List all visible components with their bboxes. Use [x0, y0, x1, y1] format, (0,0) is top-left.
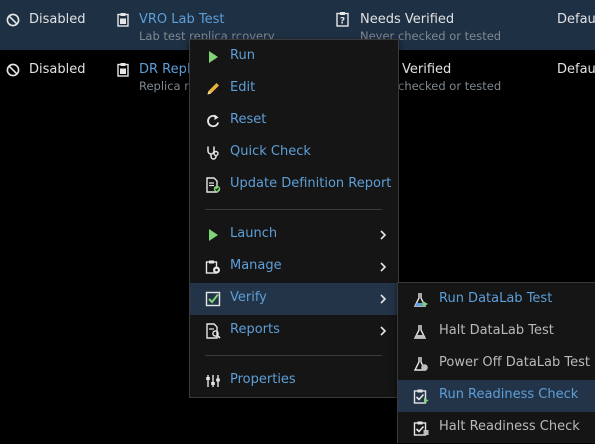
menu-separator — [205, 209, 382, 210]
menu-item-properties[interactable]: Properties — [190, 365, 398, 397]
verification-status: Needs Verified — [360, 12, 455, 27]
disabled-icon — [6, 13, 20, 27]
plan-description: Replica r — [139, 79, 189, 93]
chevron-right-icon — [380, 326, 387, 336]
context-menu: Run Edit Reset Quick Check Update Defini… — [189, 39, 399, 398]
submenu-item-run-datalab-test[interactable]: Run DataLab Test — [398, 284, 595, 316]
menu-item-verify[interactable]: Verify — [190, 283, 398, 315]
site-text: Defaul — [557, 62, 595, 77]
plan-clipboard-icon — [117, 13, 129, 27]
flask-run-icon — [413, 293, 428, 307]
plan-clipboard-icon — [117, 63, 129, 77]
verification-status: Verified — [402, 62, 452, 77]
menu-item-manage[interactable]: Manage — [190, 251, 398, 283]
flask-halt-icon — [413, 325, 427, 339]
submenu-item-power-off-datalab-test[interactable]: Power Off DataLab Test — [398, 348, 595, 380]
verify-submenu: Run DataLab Test Halt DataLab Test Power… — [397, 282, 595, 443]
reset-icon — [207, 114, 220, 128]
chevron-right-icon — [380, 230, 387, 240]
menu-item-reports[interactable]: Reports — [190, 315, 398, 347]
menu-item-quick-check[interactable]: Quick Check — [190, 137, 398, 169]
submenu-item-run-readiness-check[interactable]: Run Readiness Check — [398, 380, 595, 412]
plan-name-link[interactable]: DR Repli — [139, 62, 194, 77]
site-text: Defaul — [557, 12, 595, 27]
menu-separator — [205, 355, 382, 356]
manage-icon — [205, 260, 220, 274]
submenu-item-halt-readiness-check[interactable]: Halt Readiness Check — [398, 412, 595, 444]
menu-item-launch[interactable]: Launch — [190, 219, 398, 251]
needs-verification-icon: ? — [336, 12, 349, 27]
disabled-icon — [6, 63, 20, 77]
flask-power-icon — [413, 357, 428, 371]
status-text: Disabled — [29, 62, 86, 77]
stethoscope-icon — [207, 146, 219, 160]
sliders-icon — [206, 375, 220, 387]
play-icon — [209, 229, 218, 241]
play-icon — [209, 51, 218, 63]
clipboard-check-icon — [413, 389, 429, 404]
status-text: Disabled — [29, 12, 86, 27]
report-update-icon — [206, 177, 221, 193]
pencil-icon — [207, 83, 219, 95]
submenu-item-halt-datalab-test[interactable]: Halt DataLab Test — [398, 316, 595, 348]
chevron-right-icon — [380, 262, 387, 272]
svg-text:?: ? — [340, 17, 345, 27]
clipboard-halt-icon — [413, 421, 429, 436]
plan-name-link[interactable]: VRO Lab Test — [139, 12, 224, 27]
chevron-right-icon — [380, 294, 387, 304]
menu-item-update-definition-report[interactable]: Update Definition Report — [190, 169, 398, 201]
menu-item-reset[interactable]: Reset — [190, 105, 398, 137]
checkbox-icon — [205, 291, 221, 307]
verification-detail: checked or tested — [398, 79, 502, 93]
reports-icon — [206, 323, 221, 339]
menu-item-run[interactable]: Run — [190, 41, 398, 73]
menu-item-edit[interactable]: Edit — [190, 73, 398, 105]
